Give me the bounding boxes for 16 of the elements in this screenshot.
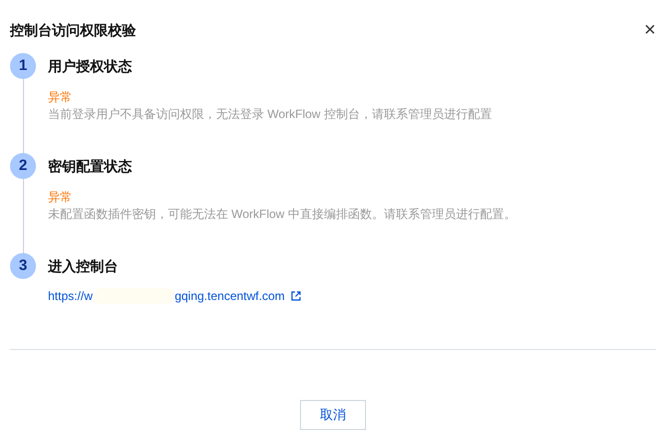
close-button[interactable]: × bbox=[642, 20, 658, 40]
dialog-title: 控制台访问权限校验 bbox=[10, 20, 136, 40]
status-description: 当前登录用户不具备访问权限，无法登录 WorkFlow 控制台，请联系管理员进行配置 bbox=[48, 106, 492, 123]
step-title: 密钥配置状态 bbox=[48, 157, 133, 176]
step-title: 用户授权状态 bbox=[48, 57, 133, 76]
console-link[interactable]: gqing.tencentwf.com bbox=[174, 287, 285, 305]
console-link[interactable]: https://w bbox=[48, 287, 93, 305]
status-text: 异常 bbox=[48, 89, 73, 105]
status-text: 异常 bbox=[48, 189, 73, 205]
step-number: 3 bbox=[10, 253, 36, 279]
step-number: 2 bbox=[10, 153, 36, 179]
step-title: 进入控制台 bbox=[48, 257, 119, 276]
status-description: 未配置函数插件密钥，可能无法在 WorkFlow 中直接编排函数。请联系管理员进行配置。 bbox=[48, 206, 516, 223]
external-link-icon[interactable] bbox=[290, 291, 301, 301]
step-number: 1 bbox=[10, 53, 36, 79]
cancel-button[interactable]: 取消 bbox=[300, 400, 366, 430]
